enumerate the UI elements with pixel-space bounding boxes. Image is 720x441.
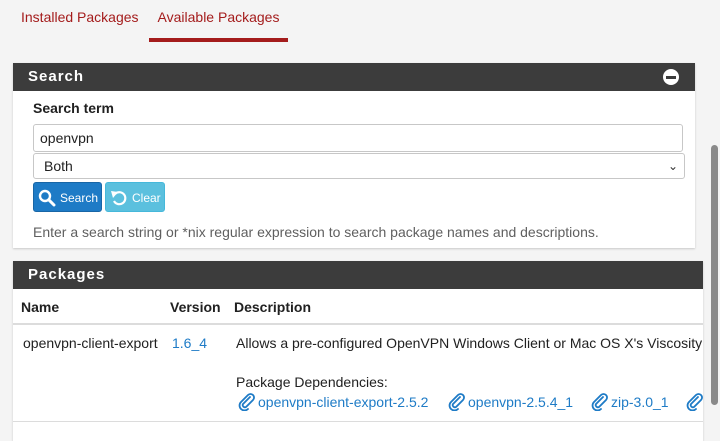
clear-button[interactable]: Clear — [105, 182, 165, 212]
paperclip-icon — [591, 393, 608, 411]
packages-panel-heading: Packages — [13, 261, 703, 289]
package-name: openvpn-client-export — [23, 335, 158, 351]
chevron-down-icon: ⌄ — [667, 159, 678, 173]
column-header-description: Description — [234, 299, 312, 315]
tab-available-label: Available Packages — [157, 9, 280, 25]
header-divider — [13, 323, 703, 325]
tab-available-packages[interactable]: Available Packages — [149, 0, 288, 42]
dependency-link-partial[interactable] — [686, 393, 706, 411]
paperclip-icon — [686, 393, 703, 411]
search-panel-heading: Search — [13, 63, 695, 91]
search-term-label: Search term — [33, 100, 114, 116]
collapse-minus-icon[interactable] — [663, 69, 679, 85]
dependency-label: zip-3.0_1 — [611, 394, 669, 410]
search-panel-title: Search — [28, 68, 85, 85]
dependency-link[interactable]: openvpn-2.5.4_1 — [448, 393, 573, 411]
column-header-name: Name — [21, 299, 60, 315]
vertical-scrollbar[interactable] — [711, 145, 718, 405]
package-dependencies-label: Package Dependencies: — [236, 374, 388, 390]
package-tabs: Installed Packages Available Packages — [0, 0, 712, 42]
packages-panel: Packages Name Version Description openvp… — [13, 261, 703, 441]
package-version-link[interactable]: 1.6_4 — [172, 335, 207, 351]
dependency-link[interactable]: zip-3.0_1 — [591, 393, 669, 411]
package-description: Allows a pre-configured OpenVPN Windows … — [236, 335, 703, 351]
paperclip-icon — [448, 393, 465, 411]
active-tab-indicator — [149, 38, 288, 42]
search-help-text: Enter a search string or *nix regular ex… — [33, 224, 599, 240]
column-header-version: Version — [170, 299, 221, 315]
clear-button-label: Clear — [132, 191, 161, 205]
dependency-link[interactable]: openvpn-client-export-2.5.2 — [238, 393, 428, 411]
search-button[interactable]: Search — [33, 182, 102, 212]
search-icon — [38, 189, 56, 207]
dependency-label: openvpn-2.5.4_1 — [468, 394, 574, 410]
paperclip-icon — [238, 393, 255, 411]
search-panel: Search Search term Both ⌄ Search Clear E… — [13, 63, 695, 248]
search-scope-select[interactable]: Both ⌄ — [33, 153, 685, 179]
search-term-input[interactable] — [33, 124, 683, 152]
search-scope-value: Both — [44, 158, 73, 174]
dependency-label: openvpn-client-export-2.5.2 — [258, 394, 429, 410]
search-button-label: Search — [60, 191, 99, 205]
tab-installed-packages[interactable]: Installed Packages — [21, 0, 139, 42]
packages-panel-title: Packages — [28, 266, 106, 283]
undo-icon — [111, 191, 127, 206]
row-divider — [13, 421, 703, 422]
